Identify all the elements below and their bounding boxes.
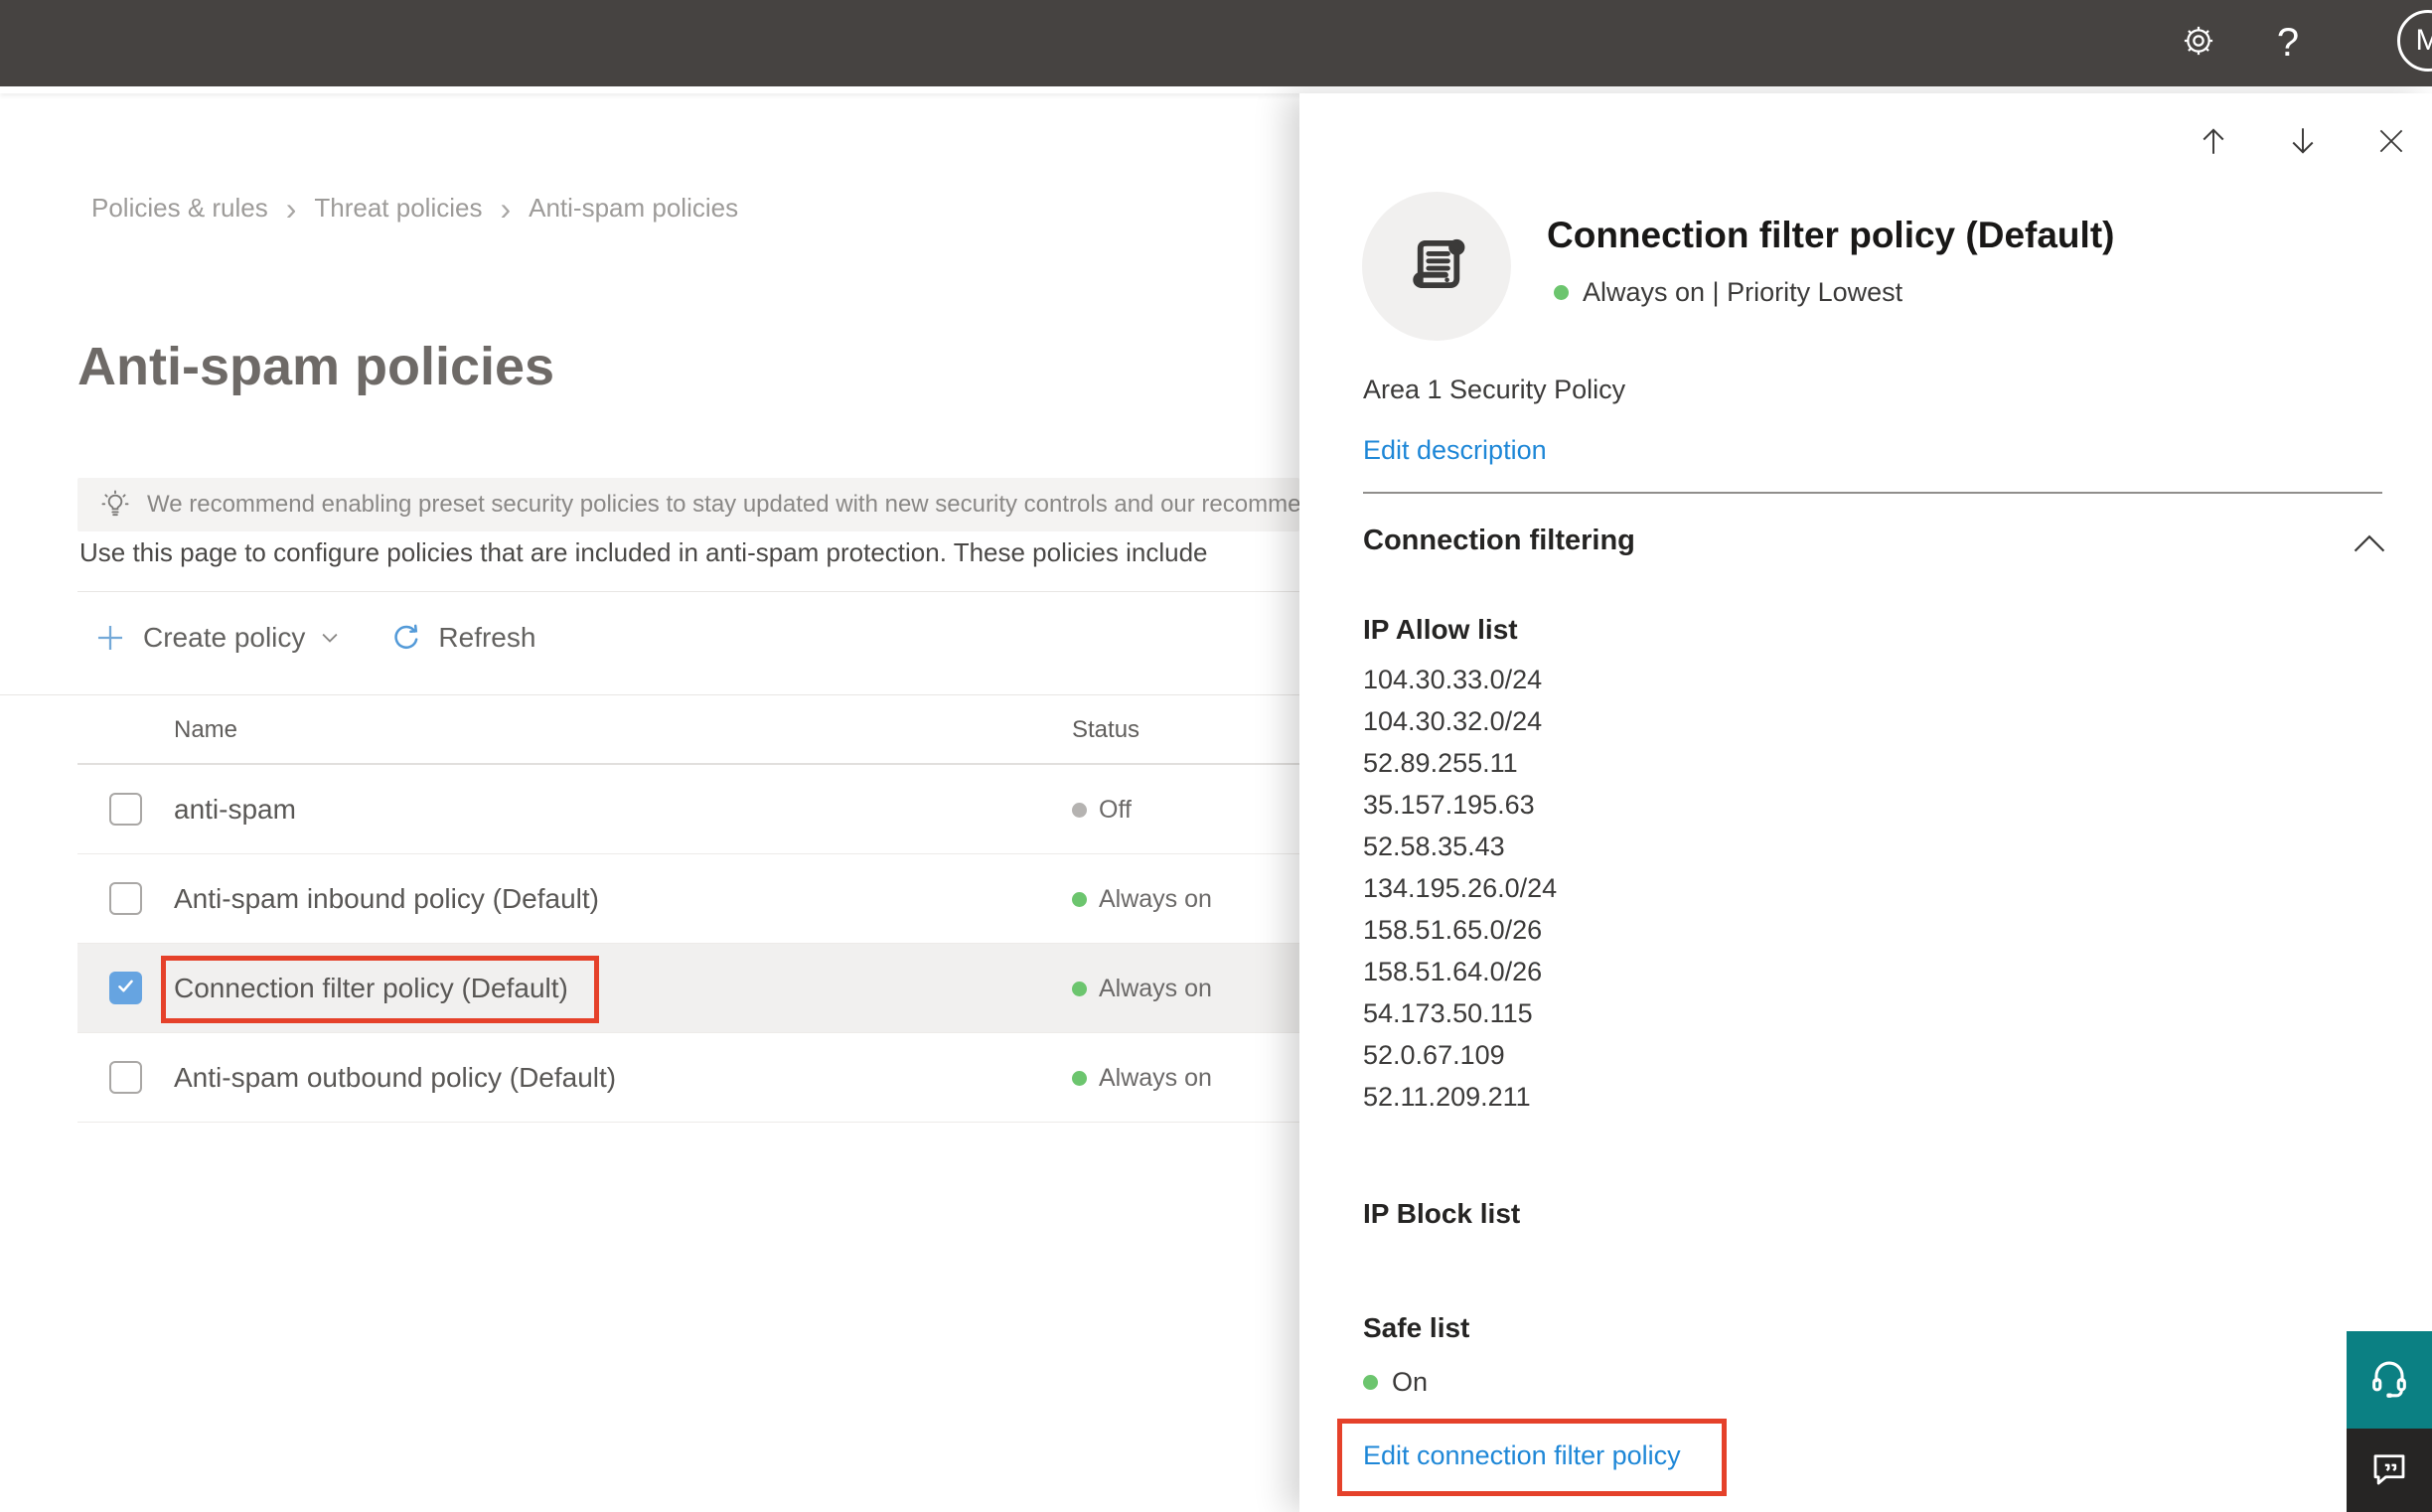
status-label: Always on — [1099, 974, 1212, 1002]
ip-allow-list: 104.30.33.0/24 104.30.32.0/24 52.89.255.… — [1363, 659, 1557, 1118]
panel-status-text: Always on | Priority Lowest — [1583, 277, 1903, 307]
policy-name[interactable]: Anti-spam inbound policy (Default) — [174, 854, 599, 944]
row-checkbox[interactable] — [109, 793, 142, 826]
status-dot — [1554, 285, 1569, 300]
topbar-shadow — [0, 86, 2432, 93]
chevron-right-icon: › — [285, 190, 297, 227]
settings-button[interactable] — [2154, 0, 2243, 86]
create-policy-label: Create policy — [143, 622, 306, 653]
feedback-icon — [2368, 1447, 2410, 1494]
status-label: Always on — [1099, 1063, 1212, 1092]
status-dot — [1072, 891, 1087, 907]
status-cell: Off — [1072, 765, 1132, 854]
breadcrumb: Policies & rules › Threat policies › Ant… — [91, 190, 738, 227]
ip-entry: 158.51.64.0/26 — [1363, 957, 1543, 986]
arrow-up-icon — [2196, 123, 2231, 164]
refresh-label: Refresh — [438, 622, 536, 653]
move-up-button[interactable] — [2192, 119, 2235, 168]
ip-entry: 35.157.195.63 — [1363, 790, 1535, 820]
ip-allow-list-title: IP Allow list — [1363, 614, 1518, 645]
status-dot — [1072, 1070, 1087, 1086]
status-cell: Always on — [1072, 944, 1212, 1033]
top-bar: ? M — [0, 0, 2432, 86]
headset-icon — [2366, 1355, 2412, 1406]
policy-icon-circle — [1362, 192, 1511, 341]
arrow-down-icon — [2285, 123, 2321, 164]
chevron-down-icon — [319, 627, 341, 649]
status-cell: Always on — [1072, 854, 1212, 944]
ip-block-list-title: IP Block list — [1363, 1198, 1521, 1229]
table-row[interactable]: anti-spam Off — [77, 765, 1299, 854]
edit-description-link[interactable]: Edit description — [1363, 435, 1547, 466]
banner-text: We recommend enabling preset security po… — [147, 491, 1299, 518]
recommendation-banner: We recommend enabling preset security po… — [77, 478, 1299, 531]
checkmark-icon — [115, 976, 136, 1001]
move-down-button[interactable] — [2281, 119, 2325, 168]
policy-description: Area 1 Security Policy — [1363, 375, 1626, 404]
page-title: Anti-spam policies — [77, 337, 555, 396]
policy-name[interactable]: anti-spam — [174, 765, 296, 854]
ip-entry: 158.51.65.0/26 — [1363, 915, 1543, 945]
divider — [1363, 492, 2382, 494]
policy-table: Name Status anti-spam Off Anti-spam inbo… — [77, 694, 1299, 1123]
ip-entry: 54.173.50.115 — [1363, 998, 1533, 1028]
column-header-name[interactable]: Name — [174, 694, 237, 765]
command-bar: Create policy Refresh — [93, 614, 535, 662]
app-root: ? M Policies & rules › Threat policies ›… — [0, 0, 2432, 1512]
lightbulb-icon — [99, 489, 131, 521]
breadcrumb-threat-policies[interactable]: Threat policies — [314, 193, 482, 224]
breadcrumb-policies-rules[interactable]: Policies & rules — [91, 193, 268, 224]
close-icon — [2374, 124, 2408, 163]
scroll-icon — [1398, 226, 1475, 308]
ip-entry: 52.89.255.11 — [1363, 748, 1518, 778]
ip-entry: 134.195.26.0/24 — [1363, 873, 1558, 903]
breadcrumb-anti-spam-policies[interactable]: Anti-spam policies — [529, 193, 738, 224]
policy-details-panel: Connection filter policy (Default) Alway… — [1299, 93, 2432, 1512]
safe-list-status: On — [1363, 1367, 1428, 1398]
divider — [77, 591, 1299, 592]
status-label: Always on — [1099, 884, 1212, 913]
ip-entry: 104.30.32.0/24 — [1363, 706, 1543, 736]
refresh-icon — [390, 622, 422, 654]
highlight-box-edit-link — [1337, 1419, 1727, 1496]
ip-entry: 52.11.209.211 — [1363, 1082, 1531, 1112]
close-button[interactable] — [2370, 120, 2412, 167]
ip-entry: 52.58.35.43 — [1363, 832, 1505, 861]
help-icon: ? — [2276, 21, 2300, 65]
safe-list-status-label: On — [1392, 1367, 1429, 1397]
main-content: Policies & rules › Threat policies › Ant… — [0, 93, 1299, 1512]
refresh-button[interactable]: Refresh — [341, 622, 535, 654]
safe-list-title: Safe list — [1363, 1312, 1470, 1343]
chevron-up-icon[interactable] — [2349, 529, 2390, 563]
row-checkbox[interactable] — [109, 1061, 142, 1094]
table-header: Name Status — [77, 694, 1299, 765]
help-button[interactable]: ? — [2243, 0, 2333, 86]
status-dot — [1072, 802, 1087, 818]
ip-entry: 104.30.33.0/24 — [1363, 665, 1543, 694]
support-widget[interactable] — [2347, 1331, 2432, 1429]
gear-icon — [2181, 23, 2216, 64]
highlight-box-selected-policy — [161, 956, 599, 1023]
table-row[interactable]: Anti-spam inbound policy (Default) Alway… — [77, 854, 1299, 944]
row-checkbox-checked[interactable] — [109, 972, 142, 1004]
policy-name[interactable]: Anti-spam outbound policy (Default) — [174, 1033, 616, 1123]
create-policy-button[interactable]: Create policy — [93, 621, 341, 655]
section-title-connection-filtering: Connection filtering — [1363, 525, 1635, 556]
ip-entry: 52.0.67.109 — [1363, 1040, 1505, 1070]
status-dot — [1363, 1375, 1378, 1390]
avatar-initial: M — [2415, 24, 2432, 57]
panel-status-line: Always on | Priority Lowest — [1554, 277, 1902, 308]
intro-text: Use this page to configure policies that… — [79, 537, 1208, 567]
panel-title: Connection filter policy (Default) — [1547, 215, 2115, 255]
chevron-right-icon: › — [500, 190, 512, 227]
status-cell: Always on — [1072, 1033, 1212, 1123]
status-label: Off — [1099, 795, 1132, 824]
feedback-widget[interactable] — [2347, 1429, 2432, 1512]
row-checkbox[interactable] — [109, 882, 142, 915]
column-header-status[interactable]: Status — [1072, 694, 1140, 765]
plus-icon — [93, 621, 127, 655]
status-dot — [1072, 981, 1087, 996]
panel-controls — [2192, 119, 2412, 168]
table-row[interactable]: Anti-spam outbound policy (Default) Alwa… — [77, 1033, 1299, 1123]
